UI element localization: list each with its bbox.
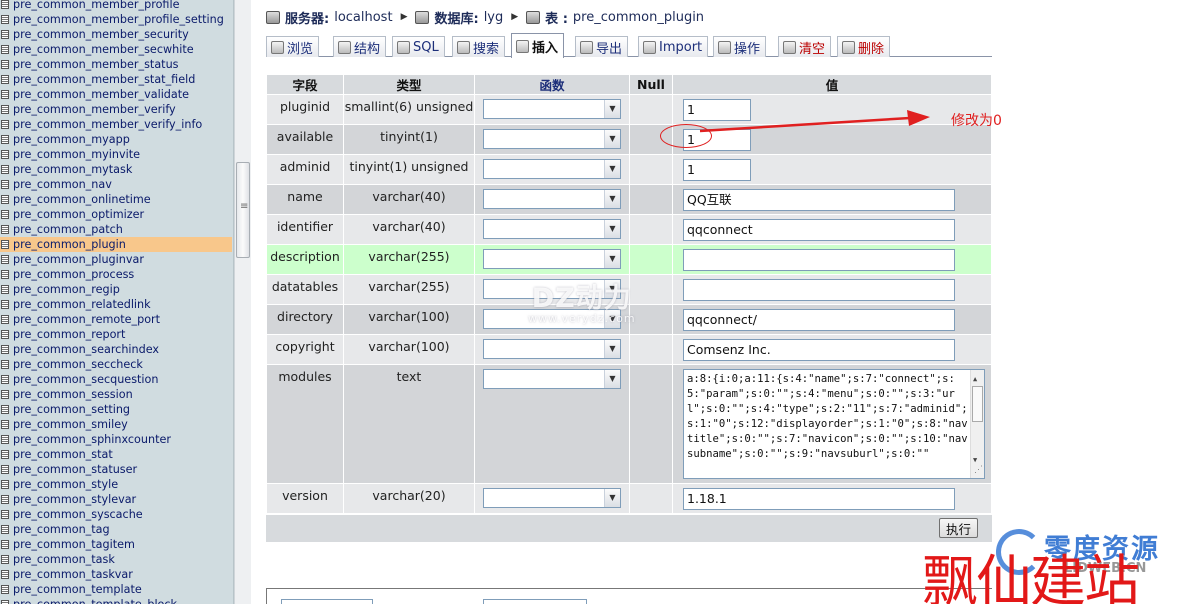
corner-watermark: 零度资源 LIDWEB.CN 飘仙建站 bbox=[922, 525, 1192, 604]
center-watermark: DZ动力 www.verydz.com bbox=[528, 276, 636, 325]
watermark-url: www.verydz.com bbox=[528, 312, 636, 325]
tab-label: 插入 bbox=[532, 40, 559, 56]
watermark-title: DZ动力 bbox=[531, 283, 632, 314]
insert-icon bbox=[516, 39, 529, 53]
tab-insert[interactable]: 插入 bbox=[511, 33, 565, 58]
watermark-corner-big: 飘仙建站 bbox=[922, 550, 1140, 604]
annotation-text: 修改为0 bbox=[951, 113, 1002, 129]
